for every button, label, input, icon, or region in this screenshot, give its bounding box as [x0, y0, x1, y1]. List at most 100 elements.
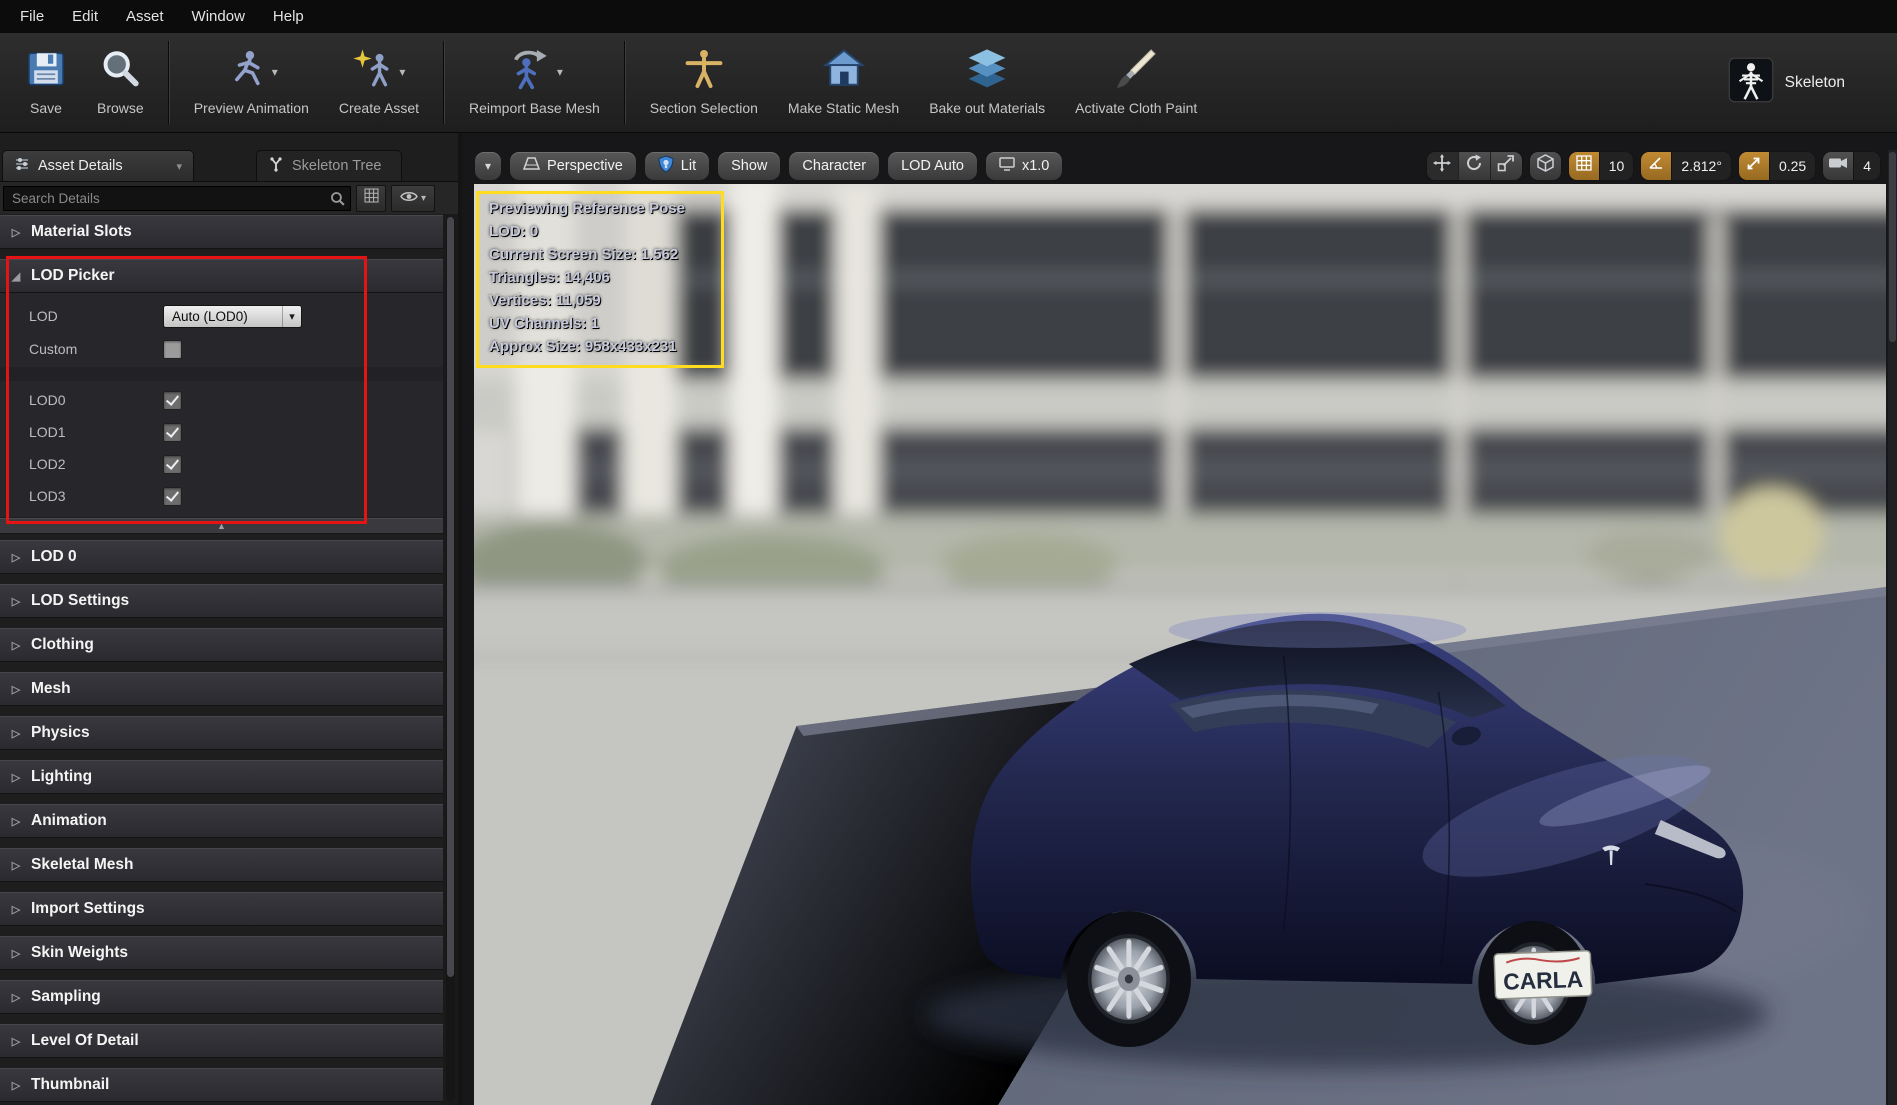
lod-dropdown[interactable]: Auto (LOD0) ▾ — [163, 305, 302, 328]
lod3-checkbox[interactable] — [163, 487, 182, 506]
lod2-row: LOD2 — [0, 449, 443, 479]
camera-speed-value[interactable]: 4 — [1853, 152, 1880, 180]
perspective-button[interactable]: Perspective — [509, 151, 637, 181]
world-local-toggle-button[interactable] — [1530, 152, 1561, 180]
category-skin-weights[interactable]: ▷Skin Weights — [0, 936, 443, 970]
make-static-mesh-button[interactable]: Make Static Mesh — [773, 33, 914, 132]
view-options-button[interactable]: ▾ — [391, 185, 435, 212]
stats-triangles: Triangles: 14,406 — [489, 266, 711, 289]
expander-right-icon: ▷ — [10, 947, 22, 960]
expander-down-icon: ◢ — [10, 270, 22, 283]
category-label: Sampling — [31, 988, 101, 1006]
chevron-down-icon[interactable]: ▾ — [557, 65, 563, 79]
license-plate-text: CARLA — [1503, 966, 1584, 995]
menu-help[interactable]: Help — [259, 0, 318, 33]
panel-scrollbar[interactable] — [446, 217, 455, 1101]
browse-button[interactable]: Browse — [82, 33, 159, 132]
preview-animation-button[interactable]: ▾ Preview Animation — [179, 33, 324, 132]
lod2-checkbox[interactable] — [163, 455, 182, 474]
custom-checkbox[interactable] — [163, 340, 182, 359]
category-level-of-detail[interactable]: ▷ Level Of Detail — [0, 1024, 443, 1058]
category-label: Level Of Detail — [31, 1032, 139, 1050]
lit-mode-button[interactable]: Lit — [644, 151, 710, 181]
category-label: LOD Picker — [31, 267, 115, 285]
screen-size-button[interactable]: x1.0 — [985, 151, 1063, 181]
expander-right-icon: ▷ — [10, 859, 22, 872]
scrollbar-thumb[interactable] — [447, 217, 454, 977]
lod0-checkbox[interactable] — [163, 391, 182, 410]
bake-out-materials-button[interactable]: Bake out Materials — [914, 33, 1060, 132]
scale-snap-value[interactable]: 0.25 — [1769, 152, 1815, 180]
lod-picker-body: LOD Auto (LOD0) ▾ Custom LOD0 LOD1 LOD2 — [0, 293, 443, 517]
scale-snap-control: 0.25 — [1738, 151, 1816, 181]
category-mesh[interactable]: ▷Mesh — [0, 672, 443, 706]
menu-asset[interactable]: Asset — [112, 0, 178, 33]
expander-right-icon: ▷ — [10, 551, 22, 564]
lod1-checkbox[interactable] — [163, 423, 182, 442]
chevron-down-icon[interactable]: ▾ — [272, 65, 278, 79]
category-lod-picker[interactable]: ◢ LOD Picker — [0, 259, 443, 293]
create-asset-button[interactable]: ▾ Create Asset — [324, 33, 434, 132]
translate-tool-button[interactable] — [1427, 152, 1458, 180]
menu-edit[interactable]: Edit — [58, 0, 112, 33]
3d-viewport[interactable]: CARLA Previewing Reference Pose LOD: 0 C… — [474, 184, 1886, 1105]
search-details-box — [3, 186, 351, 211]
expander-right-icon: ▷ — [10, 1035, 22, 1048]
custom-label: Custom — [29, 341, 163, 357]
scrollbar-thumb[interactable] — [1889, 152, 1896, 342]
rotation-snap-value[interactable]: 2.812° — [1671, 152, 1731, 180]
save-label: Save — [30, 100, 62, 116]
category-thumbnail[interactable]: ▷Thumbnail — [0, 1068, 443, 1102]
camera-speed-button[interactable] — [1823, 152, 1853, 180]
lod-divider — [0, 367, 443, 381]
chevron-down-icon[interactable]: ▾ — [399, 65, 405, 79]
tab-skeleton-tree-label: Skeleton Tree — [292, 158, 381, 174]
chevron-down-icon[interactable]: ▾ — [176, 160, 182, 173]
category-label: Skeletal Mesh — [31, 856, 134, 874]
panel-splitter[interactable]: ▲ — [0, 518, 443, 534]
lod1-label: LOD1 — [29, 424, 163, 440]
rotate-tool-button[interactable] — [1458, 152, 1490, 180]
viewport-toolbar: ▾ Perspective Lit — [474, 150, 1881, 181]
tab-asset-details[interactable]: Asset Details ▾ — [2, 150, 194, 181]
perspective-label: Perspective — [547, 158, 623, 174]
make-static-mesh-icon — [823, 48, 865, 95]
character-button[interactable]: Character — [788, 151, 880, 181]
category-sampling[interactable]: ▷Sampling — [0, 980, 443, 1014]
scale-snap-toggle-button[interactable] — [1739, 152, 1769, 180]
show-button[interactable]: Show — [717, 151, 781, 181]
category-lighting[interactable]: ▷Lighting — [0, 760, 443, 794]
cube-icon — [1537, 154, 1554, 177]
lod-auto-button[interactable]: LOD Auto — [887, 151, 978, 181]
section-selection-button[interactable]: Section Selection — [635, 33, 773, 132]
menu-file[interactable]: File — [6, 0, 58, 33]
category-list: ▷LOD 0 ▷LOD Settings ▷Clothing ▷Mesh ▷Ph… — [0, 540, 443, 1105]
viewport-options-button[interactable]: ▾ — [474, 151, 502, 181]
save-button[interactable]: Save — [10, 33, 82, 132]
bake-materials-icon — [966, 48, 1008, 95]
tab-skeleton-tree[interactable]: Skeleton Tree — [256, 150, 402, 181]
window-scrollbar[interactable] — [1888, 150, 1897, 1105]
reimport-base-mesh-button[interactable]: ▾ Reimport Base Mesh — [454, 33, 615, 132]
category-lod-0[interactable]: ▷LOD 0 — [0, 540, 443, 574]
menu-window[interactable]: Window — [178, 0, 259, 33]
search-details-input[interactable] — [3, 186, 351, 211]
category-import-settings[interactable]: ▷Import Settings — [0, 892, 443, 926]
category-lod-settings[interactable]: ▷LOD Settings — [0, 584, 443, 618]
category-clothing[interactable]: ▷Clothing — [0, 628, 443, 662]
rotation-snap-toggle-button[interactable] — [1641, 152, 1671, 180]
grid-snap-value[interactable]: 10 — [1599, 152, 1634, 180]
activate-cloth-paint-button[interactable]: Activate Cloth Paint — [1060, 33, 1212, 132]
screen-size-icon — [999, 157, 1015, 175]
property-matrix-button[interactable] — [356, 185, 386, 212]
rotate-icon — [1465, 154, 1483, 177]
skeleton-asset-button[interactable]: Skeleton — [1728, 33, 1845, 132]
grid-snap-toggle-button[interactable] — [1569, 152, 1599, 180]
category-skeletal-mesh[interactable]: ▷ Skeletal Mesh — [0, 848, 443, 882]
category-physics[interactable]: ▷Physics — [0, 716, 443, 750]
category-material-slots[interactable]: ▷ Material Slots — [0, 215, 443, 249]
cloth-paint-icon — [1115, 48, 1157, 95]
toolbar-separator — [624, 41, 626, 124]
category-animation[interactable]: ▷Animation — [0, 804, 443, 838]
scale-tool-button[interactable] — [1490, 152, 1522, 180]
